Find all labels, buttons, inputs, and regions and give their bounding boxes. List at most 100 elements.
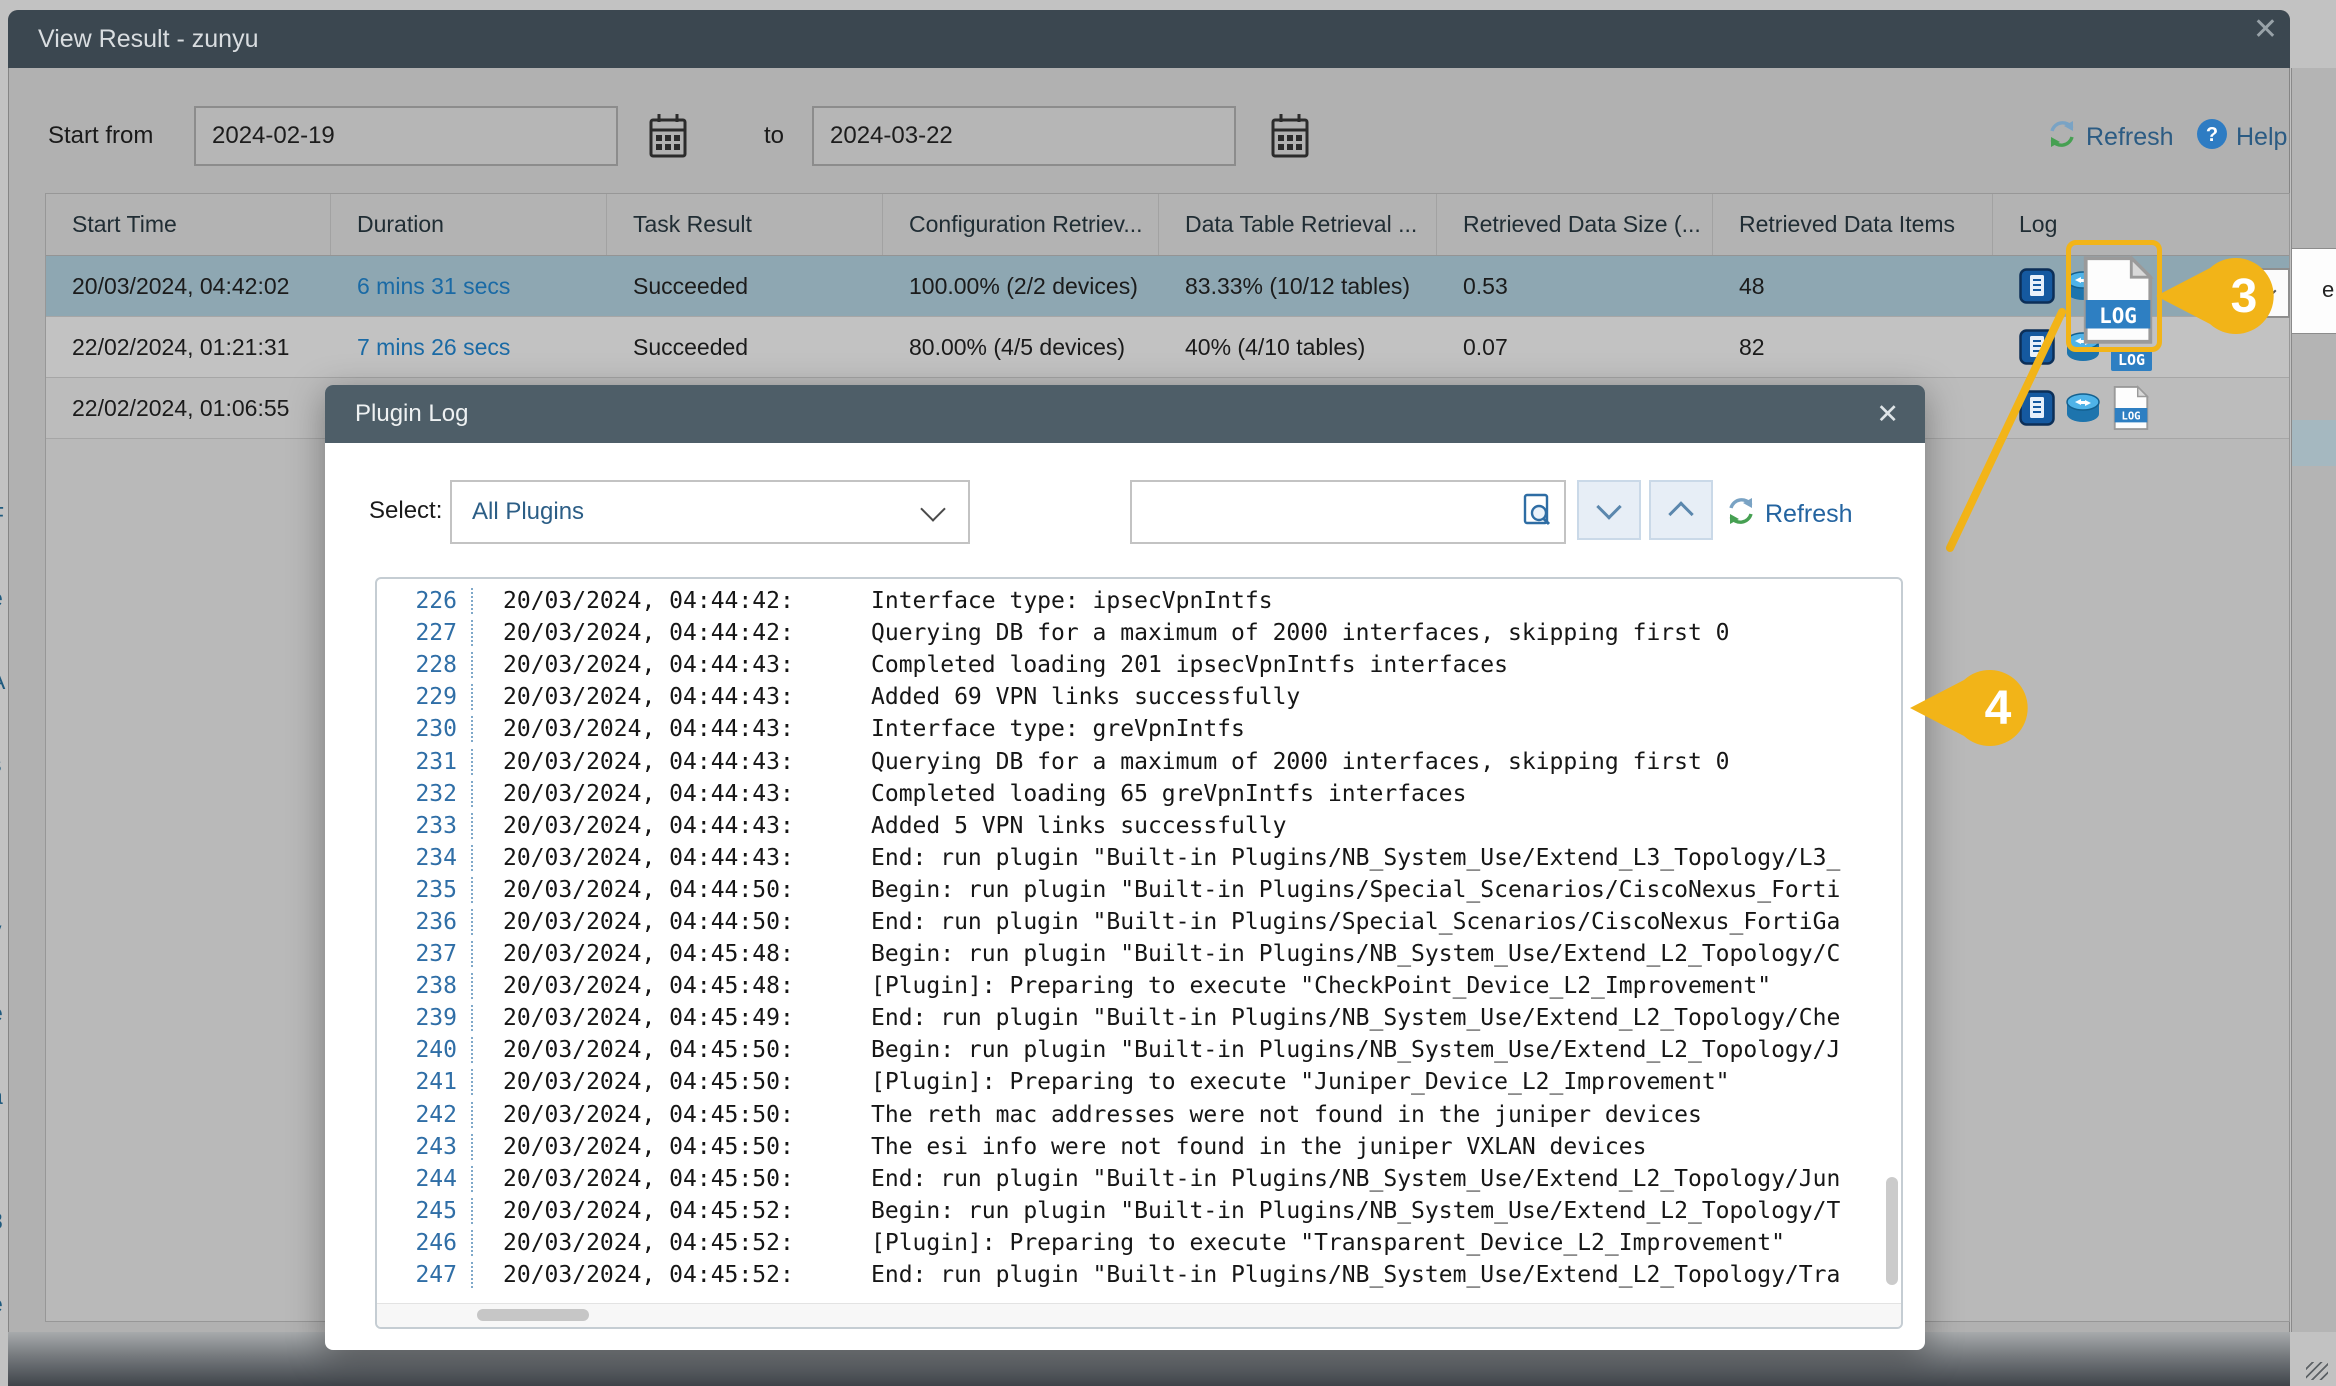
column-header[interactable]: Configuration Retriev... (883, 194, 1159, 255)
help-button[interactable]: ? Help (2196, 118, 2287, 157)
log-line-content: 20/03/2024, 04:44:42:Interface type: ips… (471, 588, 1901, 614)
cell-config_retrieval: 100.00% (2/2 devices) (883, 256, 1159, 316)
modal-refresh-button[interactable]: Refresh (1725, 495, 1853, 534)
column-header[interactable]: Start Time (46, 194, 331, 255)
log-line-number: 245 (377, 1198, 457, 1224)
log-line: 23720/03/2024, 04:45:48:Begin: run plugi… (377, 938, 1901, 970)
to-label: to (764, 122, 784, 150)
column-header[interactable]: Duration (331, 194, 607, 255)
cell-data_table_retrieval: 40% (4/10 tables) (1159, 317, 1437, 377)
log-line-number: 243 (377, 1134, 457, 1160)
log-line: 234 20/03/2024, 04:44:43:End: run plugin … (377, 842, 1901, 874)
plugin-log-titlebar: Plugin Log (325, 385, 1925, 443)
log-file-icon[interactable]: LOG (2111, 385, 2151, 431)
duration-link[interactable]: 7 mins 26 secs (357, 334, 510, 361)
help-icon: ? (2196, 118, 2228, 157)
column-header[interactable]: Retrieved Data Items (1713, 194, 1993, 255)
log-line-content: 20/03/2024, 04:44:43:Added 69 VPN links … (471, 684, 1901, 710)
start-from-label: Start from (48, 122, 153, 150)
background-text-fragment: y (0, 917, 10, 944)
close-icon[interactable]: ✕ (2253, 12, 2278, 47)
find-previous-button[interactable] (1649, 480, 1713, 540)
step-4-number: 4 (1985, 682, 2012, 735)
column-header[interactable]: Retrieved Data Size (... (1437, 194, 1713, 255)
log-line: 23620/03/2024, 04:44:50:End: run plugin … (377, 906, 1901, 938)
log-line-number: 239 (377, 1005, 457, 1031)
start-date-field[interactable] (194, 106, 618, 166)
column-header[interactable]: Data Table Retrieval ... (1159, 194, 1437, 255)
log-search-input[interactable] (1132, 482, 1522, 542)
refresh-button[interactable]: Refresh (2046, 118, 2174, 157)
svg-text:?: ? (2206, 124, 2218, 146)
log-line-content: 20/03/2024, 04:44:50:Begin: run plugin "… (471, 877, 1901, 903)
log-line-content: 20/03/2024, 04:44:43:Completed loading 6… (471, 781, 1901, 807)
background-text-fragment: A (0, 668, 10, 695)
log-line-number: 234 (377, 845, 457, 871)
log-line-content: 20/03/2024, 04:44:43:Completed loading 2… (471, 652, 1901, 678)
log-line: 23020/03/2024, 04:44:43:Interface type: … (377, 713, 1901, 745)
log-line: 24720/03/2024, 04:45:52:End: run plugin … (377, 1259, 1901, 1291)
duration-link[interactable]: 6 mins 31 secs (357, 273, 510, 300)
annotation-step-3: 3 (2152, 250, 2302, 342)
svg-text:LOG: LOG (2099, 304, 2137, 328)
chevron-down-icon (920, 496, 945, 521)
log-line-content: 20/03/2024, 04:45:50:The esi info were n… (471, 1134, 1901, 1160)
log-line-number: 242 (377, 1102, 457, 1128)
log-line-number: 237 (377, 941, 457, 967)
cell-data_size: 0.53 (1437, 256, 1713, 316)
log-line-number: 246 (377, 1230, 457, 1256)
cell-data_size: 0.07 (1437, 317, 1713, 377)
log-line: 22920/03/2024, 04:44:43:Added 69 VPN lin… (377, 681, 1901, 713)
annotation-arrow-line (1900, 300, 2100, 570)
vertical-scrollbar-thumb[interactable] (1886, 1177, 1898, 1285)
search-doc-icon[interactable] (1522, 493, 1552, 532)
log-line-number: 235 (377, 877, 457, 903)
cell-duration[interactable]: 6 mins 31 secs (331, 256, 607, 316)
log-line-content: 20/03/2024, 04:44:50:End: run plugin "Bu… (471, 909, 1901, 935)
calendar-icon[interactable] (648, 112, 688, 165)
log-line-number: 228 (377, 652, 457, 678)
refresh-label: Refresh (2086, 123, 2174, 152)
log-line-content: 20/03/2024, 04:45:52:End: run plugin "Bu… (471, 1262, 1901, 1288)
log-line-number: 241 (377, 1069, 457, 1095)
log-file-icon[interactable]: LOG (2111, 349, 2152, 371)
log-line-content: 20/03/2024, 04:45:49:End: run plugin "Bu… (471, 1005, 1901, 1031)
dialog-title: View Result - zunyu (38, 25, 258, 54)
log-line-number: 233 (377, 813, 457, 839)
log-line-number: 240 (377, 1037, 457, 1063)
log-line: 239 20/03/2024, 04:45:49:End: run plugin … (377, 1002, 1901, 1034)
column-header[interactable]: Task Result (607, 194, 883, 255)
close-icon[interactable]: ✕ (1876, 399, 1899, 430)
calendar-icon[interactable] (1270, 112, 1310, 165)
log-line-number: 244 (377, 1166, 457, 1192)
log-line: 23820/03/2024, 04:45:48:[Plugin]: Prepar… (377, 970, 1901, 1002)
log-line-content: 20/03/2024, 04:44:43:Interface type: gre… (471, 716, 1901, 742)
background-text-fragment: s (0, 751, 10, 778)
end-date-field[interactable] (812, 106, 1236, 166)
log-line-content: 20/03/2024, 04:44:43:End: run plugin "Bu… (471, 845, 1901, 871)
log-line: 243 20/03/2024, 04:45:50:The esi info wer… (377, 1131, 1901, 1163)
log-line: 24520/03/2024, 04:45:52:Begin: run plugi… (377, 1195, 1901, 1227)
step-3-number: 3 (2231, 270, 2258, 323)
cell-duration[interactable]: 7 mins 26 secs (331, 317, 607, 377)
chevron-up-icon (1668, 501, 1693, 526)
select-label: Select: (369, 497, 442, 525)
log-line-number: 227 (377, 620, 457, 646)
cell-config_retrieval: 80.00% (4/5 devices) (883, 317, 1159, 377)
cell-task_result: Succeeded (607, 256, 883, 316)
find-next-button[interactable] (1577, 480, 1641, 540)
right-sliver-text: e (2322, 277, 2334, 303)
log-line: 22620/03/2024, 04:44:42:Interface type: … (377, 585, 1901, 617)
refresh-icon (1725, 495, 1757, 534)
log-line-content: 20/03/2024, 04:45:50:[Plugin]: Preparing… (471, 1069, 1901, 1095)
log-line-content: 20/03/2024, 04:45:50:The reth mac addres… (471, 1102, 1901, 1128)
resize-grip[interactable] (2306, 1362, 2328, 1380)
task-log-icon[interactable] (2019, 268, 2055, 304)
background-text-fragment: F (0, 502, 10, 529)
plugin-log-viewer: 22620/03/2024, 04:44:42:Interface type: … (375, 577, 1903, 1329)
plugin-select-value: All Plugins (472, 498, 584, 526)
horizontal-scrollbar-thumb[interactable] (477, 1309, 589, 1321)
horizontal-scrollbar[interactable] (377, 1303, 1901, 1327)
cell-start_time: 22/02/2024, 01:06:55 (46, 378, 331, 438)
plugin-select[interactable]: All Plugins (450, 480, 970, 544)
